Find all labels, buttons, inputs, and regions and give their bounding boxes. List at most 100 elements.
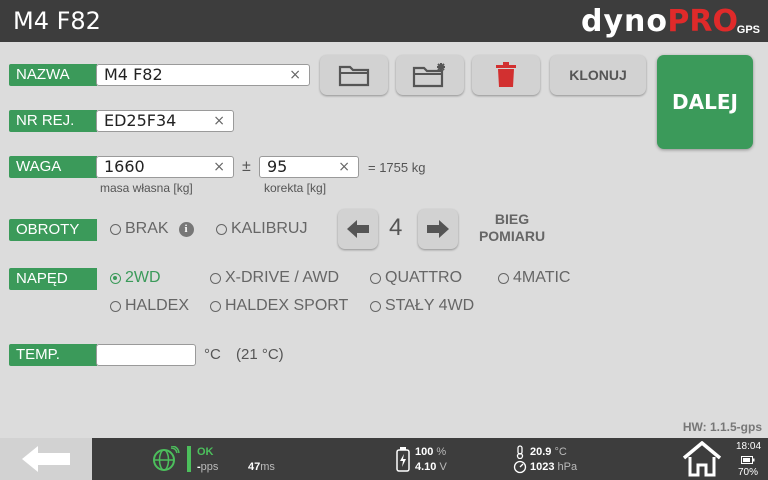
- battery-percent: 100 %: [415, 446, 446, 458]
- pressure-value: 1023: [530, 461, 555, 473]
- naped-option-quattro[interactable]: QUATTRO: [370, 269, 462, 287]
- latency-value: 47: [248, 461, 261, 473]
- waga-input[interactable]: 1660 ×: [96, 156, 234, 178]
- nazwa-input[interactable]: M4 F82 ×: [96, 64, 310, 86]
- dynopro-logo: dyno PRO GPS: [540, 4, 760, 39]
- ambient-temp-unit: °C: [554, 446, 567, 458]
- dalej-button[interactable]: DALEJ: [657, 55, 753, 149]
- open-folder-button[interactable]: [320, 55, 388, 95]
- naped-option-label: X-DRIVE / AWD: [225, 269, 340, 286]
- korekta-clear-icon[interactable]: ×: [338, 157, 350, 177]
- naped-option-staly-4wd[interactable]: STAŁY 4WD: [370, 297, 474, 315]
- naped-option-label: HALDEX SPORT: [225, 297, 349, 314]
- obroty-option-kalibruj[interactable]: KALIBRUJ: [216, 220, 307, 238]
- new-folder-icon: [412, 63, 445, 88]
- device-battery-icon: [741, 456, 755, 464]
- radio-circle: [370, 272, 381, 284]
- radio-circle-selected: [110, 272, 121, 284]
- radio-circle: [216, 223, 227, 235]
- battery-voltage-unit: V: [439, 461, 447, 473]
- naped-option-4matic[interactable]: 4MATIC: [498, 269, 570, 287]
- korekta-value: 95: [267, 157, 288, 176]
- pressure: 1023 hPa: [530, 461, 577, 473]
- battery-icon: [396, 447, 410, 472]
- gear-value: 4: [389, 214, 403, 241]
- masa-caption: masa własna [kg]: [100, 181, 193, 195]
- gear-down-button[interactable]: [338, 209, 378, 249]
- naped-option-label: 4MATIC: [513, 269, 571, 286]
- thermometer-icon: [516, 445, 524, 459]
- info-icon[interactable]: i: [178, 221, 194, 237]
- waga-value: 1660: [104, 157, 145, 176]
- new-folder-button[interactable]: [396, 55, 464, 95]
- arrow-back-icon: [22, 446, 70, 472]
- home-icon[interactable]: [682, 441, 722, 477]
- plus-minus-sign: ±: [242, 158, 251, 175]
- waga-label: WAGA: [9, 156, 97, 178]
- battery-voltage-value: 4.10: [415, 461, 437, 473]
- delete-button[interactable]: [472, 55, 540, 95]
- bieg-caption-line1: BIEG: [494, 211, 530, 227]
- obroty-option-brak[interactable]: BRAK i: [110, 220, 194, 238]
- nrrej-input[interactable]: ED25F34 ×: [96, 110, 234, 132]
- naped-option-haldex-sport[interactable]: HALDEX SPORT: [210, 297, 348, 315]
- device-battery-level: 70%: [738, 467, 759, 478]
- radio-circle: [498, 272, 509, 284]
- bieg-pomiaru-caption: BIEG POMIARU: [472, 211, 552, 245]
- naped-option-label: STAŁY 4WD: [385, 297, 475, 314]
- temp-input[interactable]: [96, 344, 196, 366]
- ambient-temp-value: 20.9: [530, 446, 552, 458]
- naped-option-haldex[interactable]: HALDEX: [110, 297, 189, 315]
- obroty-label: OBROTY: [9, 219, 97, 241]
- nazwa-clear-icon[interactable]: ×: [289, 65, 301, 85]
- radio-circle: [110, 300, 121, 312]
- temp-label: TEMP.: [9, 344, 97, 366]
- bieg-caption-line2: POMIARU: [478, 228, 546, 244]
- latency: 47ms: [248, 461, 275, 473]
- logo-text-pro: PRO: [667, 4, 738, 39]
- nrrej-clear-icon[interactable]: ×: [213, 111, 225, 131]
- nazwa-value: M4 F82: [104, 65, 163, 84]
- naped-option-xdrive[interactable]: X-DRIVE / AWD: [210, 269, 339, 287]
- nazwa-label: NAZWA: [9, 64, 97, 86]
- radio-circle: [210, 272, 221, 284]
- nrrej-value: ED25F34: [104, 111, 177, 130]
- radio-circle: [210, 300, 221, 312]
- waga-total: = 1755 kg: [368, 160, 426, 175]
- radio-circle: [370, 300, 381, 312]
- naped-option-2wd[interactable]: 2WD: [110, 269, 161, 287]
- temp-unit: °C: [204, 346, 221, 363]
- arrow-left-icon: [347, 220, 369, 238]
- gps-signal-bar: [187, 446, 191, 472]
- naped-label: NAPĘD: [9, 268, 97, 290]
- battery-percent-unit: %: [436, 446, 447, 458]
- logo-text-gps: GPS: [736, 24, 760, 36]
- naped-option-label: 2WD: [125, 269, 161, 286]
- latency-unit: ms: [260, 461, 275, 473]
- arrow-right-icon: [427, 220, 449, 238]
- naped-option-label: HALDEX: [125, 297, 190, 314]
- klonuj-button[interactable]: KLONUJ: [550, 55, 646, 95]
- ambient-temp: 20.9 °C: [530, 446, 567, 458]
- battery-percent-value: 100: [415, 446, 434, 458]
- top-bar: M4 F82 dyno PRO GPS: [0, 0, 768, 42]
- gps-globe-icon: [153, 446, 180, 471]
- korekta-input[interactable]: 95 ×: [259, 156, 359, 178]
- obroty-option-brak-label: BRAK: [125, 220, 169, 237]
- naped-option-label: QUATTRO: [385, 269, 463, 286]
- nrrej-label: NR REJ.: [9, 110, 97, 132]
- gps-pps-unit: pps: [200, 461, 219, 473]
- logo-text-dyno: dyno: [581, 4, 668, 39]
- gps-status: OK: [197, 446, 214, 458]
- clock: 18:04: [736, 441, 762, 452]
- waga-clear-icon[interactable]: ×: [213, 157, 225, 177]
- gear-up-button[interactable]: [418, 209, 458, 249]
- obroty-option-kalibruj-label: KALIBRUJ: [231, 220, 308, 237]
- hw-version: HW: 1.1.5-gps: [682, 420, 762, 434]
- korekta-caption: korekta [kg]: [264, 181, 327, 195]
- radio-circle: [110, 223, 121, 235]
- pressure-unit: hPa: [557, 461, 578, 473]
- status-bar: OK -pps 47ms 100 % 4.10 V 20.9 °C 1023 h…: [0, 438, 768, 480]
- back-button[interactable]: [0, 438, 92, 480]
- trash-icon: [496, 62, 516, 87]
